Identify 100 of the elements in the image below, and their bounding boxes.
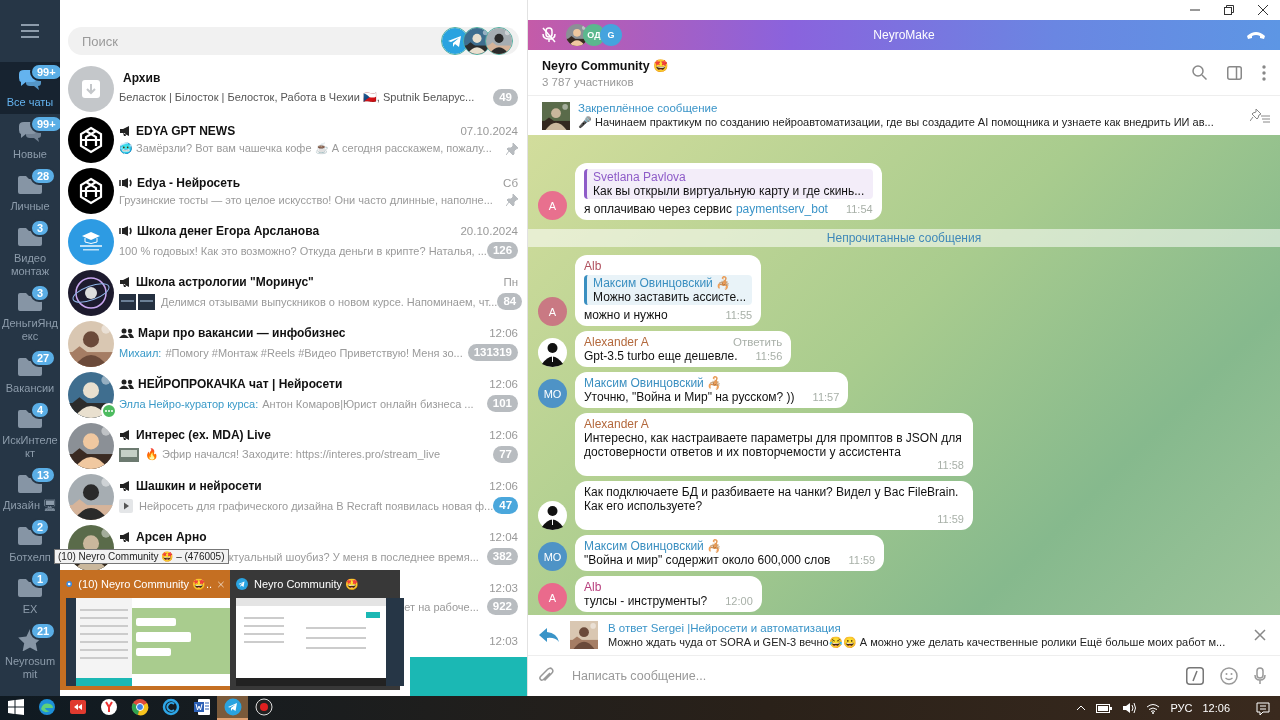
browser-icon [66, 578, 73, 590]
folder-tab[interactable]: 21 Neyrosummit [0, 621, 60, 686]
unread-count: 3 [30, 284, 51, 302]
chat-title: Арсен Арно [136, 530, 208, 544]
commands-icon[interactable] [1186, 667, 1204, 685]
folder-tab[interactable]: 4 ИскИнтелект [0, 400, 60, 465]
language-indicator[interactable]: РУС [1170, 702, 1193, 714]
sender-name: Михаил: [119, 346, 162, 359]
chat-title: Neyro Community 🤩 [542, 57, 671, 73]
user-avatar: MO [538, 379, 567, 408]
close-icon[interactable] [1258, 5, 1268, 15]
unread-count: 382 [486, 548, 518, 565]
message-time: 11:59 [847, 554, 876, 567]
hang-up-icon[interactable] [1246, 30, 1266, 40]
folder-tab[interactable]: 99+ Все чаты [0, 62, 60, 114]
message-preview: ет на рабоче... [404, 600, 479, 613]
chat-time: 12:06 [489, 327, 518, 339]
unread-count: 27 [30, 349, 57, 367]
cap-icon [68, 218, 114, 265]
browser-icon [130, 698, 149, 716]
sender-name: Элла Нейро-куратор курса: [119, 397, 259, 410]
clock[interactable]: 12:06 [1202, 702, 1230, 714]
volume-icon[interactable] [1122, 702, 1137, 714]
app-icon [68, 698, 87, 716]
megaphone-icon [119, 429, 132, 441]
paper-plane-icon [236, 578, 248, 590]
window-title: (10) Neyro Community 🤩.. [78, 577, 213, 591]
video-icon [119, 498, 133, 513]
muted-microphone-icon[interactable] [542, 27, 556, 43]
pin-list-icon[interactable] [1250, 107, 1270, 124]
person-silhouette-icon [538, 501, 567, 530]
message-text: "Война и мир" содержит около 600,000 слов [584, 553, 831, 567]
folder-tab[interactable]: 3 Видео монтаж [0, 218, 60, 283]
sender-name: Alb [584, 580, 602, 594]
reply-arrow-icon[interactable] [538, 626, 560, 644]
folder-tab[interactable]: 13 Дизайн 🖥 [0, 465, 60, 517]
chevron-up-icon[interactable] [1076, 705, 1087, 711]
unread-count: 2 [30, 518, 51, 536]
unread-count: 1 [30, 570, 51, 588]
chat-time: 12:04 [489, 531, 518, 543]
quoted-message[interactable]: Svetlana Pavlova Как вы открыли виртуальную карту и где скинь... [584, 169, 873, 199]
person-silhouette-icon [538, 338, 567, 367]
quoted-message[interactable]: Максим Овинцовский 🦂 Можно заставить ассисте... [584, 275, 753, 305]
sender-name: Alexander A [584, 335, 649, 349]
message-preview: 🔥 Эфир начался! Заходите: https://interes.pro/stream_live [145, 448, 441, 461]
knot-logo-icon [68, 116, 114, 163]
window-preview[interactable]: (10) Neyro Community 🤩.. [60, 570, 230, 690]
reply-link[interactable]: Ответить [733, 335, 783, 349]
unread-count: 3 [30, 219, 51, 237]
image-thumbnails-icon [119, 293, 155, 310]
megaphone-icon [119, 276, 132, 288]
message-preview: 100 % годовых! Как это возможно? Откуда деньги в крипте? Наталья, ... [119, 244, 487, 257]
unread-count: 99+ [30, 63, 60, 81]
folder-tab[interactable]: 1 EX [0, 569, 60, 621]
megaphone-icon [119, 531, 132, 543]
member-count: 3 787 участников [542, 75, 635, 88]
user-avatar: MO [538, 542, 567, 571]
microphone-icon[interactable] [1254, 667, 1266, 685]
message-time: 11:56 [754, 350, 783, 363]
message-preview: ктуальный шоубиз? У меня в последнее время... [228, 550, 479, 563]
speaker-icon [119, 225, 133, 237]
voice-chat-title: NeyroMake [873, 28, 935, 42]
folder-tab[interactable]: 27 Вакансии [0, 348, 60, 400]
message-time: 11:57 [811, 391, 840, 404]
wifi-icon[interactable] [1146, 702, 1161, 714]
bot-link[interactable]: paymentserv_bot [735, 202, 828, 216]
sidebar-icon[interactable] [1227, 65, 1242, 80]
battery-icon[interactable] [1096, 703, 1113, 713]
message-input[interactable]: Написать сообщение... [570, 668, 1170, 684]
speaker-icon [119, 176, 133, 189]
message-text: Как подключаете БД и разбиваете на чанки? Видел у Вас FileBrain. Как его используете? [584, 485, 960, 513]
search-icon[interactable] [1192, 65, 1207, 80]
menu-icon[interactable] [21, 24, 39, 38]
ring-app-icon [161, 698, 180, 716]
message-preview: Беласток | Білосток | Белосток, Работа в Чехии 🇨🇿, Sputnik Беларус... [119, 91, 475, 104]
unread-divider: Непрочитанные сообщения [826, 231, 982, 245]
pinned-text: 🎤 Начинаем практикум по созданию нейроавтоматизации, где вы создадите AI помощника и узнаете как внедрить ИИ ав... [578, 116, 1215, 129]
chat-time: 12:06 [489, 378, 518, 390]
folder-tab[interactable]: 28 Личные [0, 166, 60, 218]
notification-icon[interactable] [1256, 701, 1270, 715]
chat-title: Edya - Нейросеть [137, 175, 241, 190]
windows-start-icon [7, 699, 24, 715]
folder-tab[interactable]: 3 ДеньгиЯндекс [0, 283, 60, 348]
tooltip: (10) Neyro Community 🤩 – (476005) [54, 549, 229, 564]
unread-count: 49 [493, 89, 518, 106]
message-time: 11:58 [936, 459, 964, 472]
voice-chat-bar[interactable]: ОД G NeyroMake [528, 20, 1280, 50]
sender-name: Максим Овинцовский 🦂 [584, 539, 723, 553]
message-time: 12:00 [724, 595, 753, 608]
archive-icon [68, 65, 114, 112]
more-icon[interactable] [1262, 64, 1266, 81]
restore-icon[interactable] [1224, 5, 1234, 15]
unread-count: 101 [486, 395, 518, 412]
paper-plane-icon [223, 698, 242, 716]
smiley-icon[interactable] [1220, 667, 1238, 685]
sender-name: Максим Овинцовский 🦂 [584, 376, 723, 390]
browser-icon [99, 698, 118, 716]
pinned-label: Закреплённое сообщение [578, 102, 719, 114]
chat-title: Шашкин и нейросети [136, 479, 263, 493]
message-text: Уточню, "Война и Мир" на русском? )) [584, 390, 795, 404]
